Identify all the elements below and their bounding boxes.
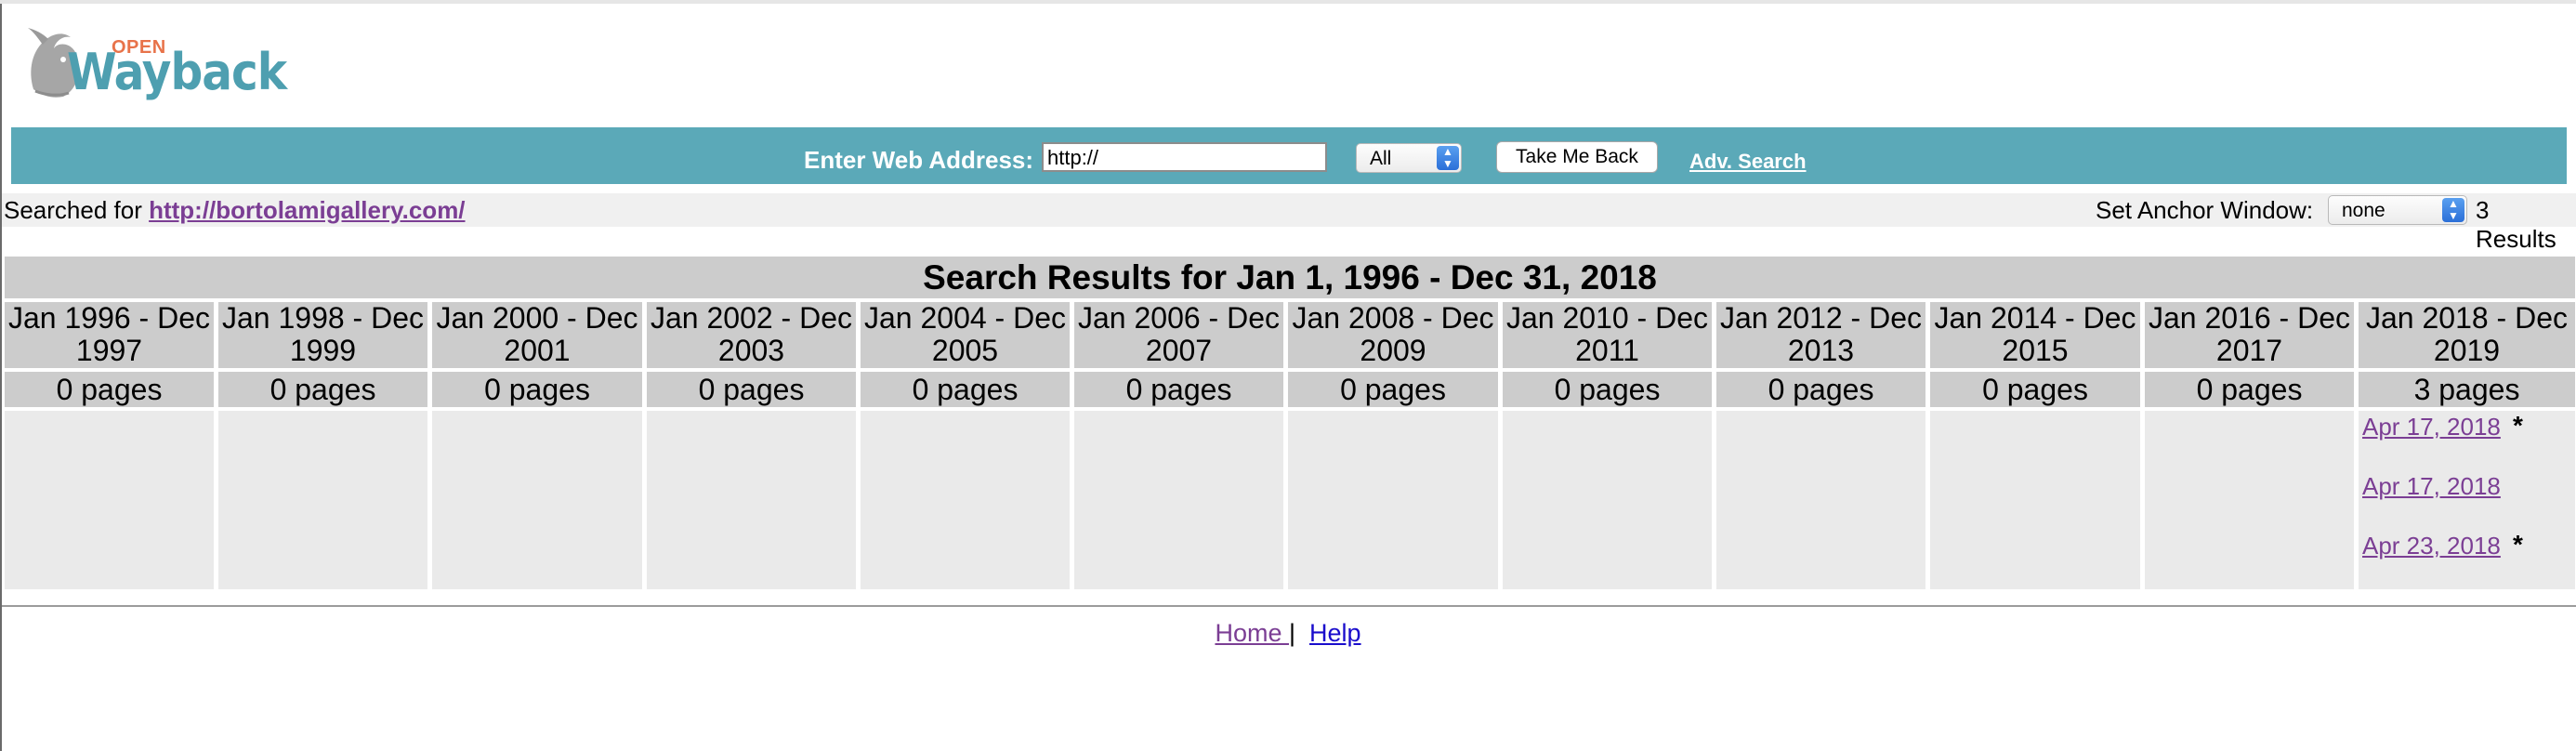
page-count: 0 pages	[1503, 372, 1712, 407]
search-bar: Enter Web Address: http:// All ▲ ▼ Take M…	[11, 127, 2567, 184]
year-column-body	[218, 411, 427, 589]
year-column-header: Jan 2004 - Dec 2005	[861, 302, 1070, 368]
select-stepper-icon: ▲ ▼	[1437, 146, 1459, 170]
advanced-search-link[interactable]: Adv. Search	[1689, 150, 1807, 174]
web-address-label: Enter Web Address:	[804, 146, 1034, 174]
results-title: Search Results for Jan 1, 1996 - Dec 31,…	[5, 257, 2575, 298]
capture-link[interactable]: Apr 17, 2018	[2362, 472, 2501, 501]
year-column-header: Jan 2000 - Dec 2001	[432, 302, 642, 368]
year-column-body	[432, 411, 642, 589]
footer-divider	[2, 605, 2576, 607]
openwayback-logo[interactable]: OPEN Wayback	[26, 24, 287, 106]
year-column: Jan 2010 - Dec 2011 0 pages	[1503, 302, 1712, 589]
year-column-body	[1716, 411, 1925, 589]
searched-for-row: Searched for http://bortolamigallery.com…	[2, 193, 2576, 253]
year-column-header: Jan 1996 - Dec 1997	[5, 302, 214, 368]
year-column-header: Jan 2010 - Dec 2011	[1503, 302, 1712, 368]
capture-link[interactable]: Apr 17, 2018	[2362, 413, 2501, 441]
logo-wayback-text: Wayback	[67, 43, 287, 101]
page-count: 0 pages	[1930, 372, 2140, 407]
year-column-header: Jan 2016 - Dec 2017	[2145, 302, 2354, 368]
take-me-back-button[interactable]: Take Me Back	[1496, 141, 1658, 173]
year-column-body	[1074, 411, 1283, 589]
year-column-body	[1288, 411, 1498, 589]
year-column-body	[1503, 411, 1712, 589]
page-count: 0 pages	[2145, 372, 2354, 407]
searched-for-label: Searched for http://bortolamigallery.com…	[4, 196, 466, 225]
year-column: Jan 2018 - Dec 2019 3 pages Apr 17, 2018 …	[2359, 302, 2575, 589]
year-column-header: Jan 2006 - Dec 2007	[1074, 302, 1283, 368]
year-column-header: Jan 2002 - Dec 2003	[647, 302, 856, 368]
results-count: 3 Results	[2476, 196, 2556, 253]
year-column-body	[5, 411, 214, 589]
year-column-body	[647, 411, 856, 589]
year-column-header: Jan 1998 - Dec 1999	[218, 302, 427, 368]
page-count: 0 pages	[861, 372, 1070, 407]
home-link[interactable]: Home	[1215, 619, 1289, 647]
page-count: 0 pages	[5, 372, 214, 407]
year-column-body	[861, 411, 1070, 589]
searched-for-prefix: Searched for	[4, 196, 150, 224]
year-column: Jan 2008 - Dec 2009 0 pages	[1288, 302, 1498, 589]
page-count: 0 pages	[1288, 372, 1498, 407]
year-column-header: Jan 2014 - Dec 2015	[1930, 302, 2140, 368]
footer: Home | Help	[0, 619, 2576, 648]
year-column: Jan 2016 - Dec 2017 0 pages	[2145, 302, 2354, 589]
year-column: Jan 1998 - Dec 1999 0 pages	[218, 302, 427, 589]
capture-link[interactable]: Apr 23, 2018	[2362, 532, 2501, 560]
web-address-input[interactable]: http://	[1042, 142, 1327, 172]
type-select-value: All	[1370, 148, 1392, 169]
year-column: Jan 2000 - Dec 2001 0 pages	[432, 302, 642, 589]
year-column-header: Jan 2018 - Dec 2019	[2359, 302, 2575, 368]
year-column-body: Apr 17, 2018 * Apr 17, 2018 Apr 23, 2018…	[2359, 411, 2575, 589]
year-column: Jan 2002 - Dec 2003 0 pages	[647, 302, 856, 589]
year-column-header: Jan 2008 - Dec 2009	[1288, 302, 1498, 368]
year-column-header: Jan 2012 - Dec 2013	[1716, 302, 1925, 368]
page-count: 0 pages	[647, 372, 856, 407]
year-column: Jan 2004 - Dec 2005 0 pages	[861, 302, 1070, 589]
page-count: 0 pages	[218, 372, 427, 407]
year-column-body	[2145, 411, 2354, 589]
year-column: Jan 2012 - Dec 2013 0 pages	[1716, 302, 1925, 589]
page-count: 0 pages	[1716, 372, 1925, 407]
footer-separator: |	[1288, 619, 1295, 647]
year-column: Jan 2014 - Dec 2015 0 pages	[1930, 302, 2140, 589]
top-border	[0, 0, 2576, 4]
anchor-window-value: none	[2342, 200, 2385, 221]
searched-url-link[interactable]: http://bortolamigallery.com/	[149, 196, 465, 224]
help-link[interactable]: Help	[1309, 619, 1361, 647]
page-count: 0 pages	[1074, 372, 1283, 407]
year-column-body	[1930, 411, 2140, 589]
results-table: Search Results for Jan 1, 1996 - Dec 31,…	[5, 257, 2575, 589]
page-count: 0 pages	[432, 372, 642, 407]
select-stepper-icon: ▲ ▼	[2442, 198, 2464, 222]
year-column: Jan 2006 - Dec 2007 0 pages	[1074, 302, 1283, 589]
year-column: Jan 1996 - Dec 1997 0 pages	[5, 302, 214, 589]
type-select[interactable]: All ▲ ▼	[1356, 143, 1462, 173]
page-count: 3 pages	[2359, 372, 2575, 407]
anchor-window-label: Set Anchor Window:	[2096, 196, 2314, 224]
capture-mark: *	[2513, 411, 2523, 440]
anchor-window-select[interactable]: none ▲ ▼	[2328, 195, 2467, 225]
capture-mark: *	[2513, 530, 2523, 559]
